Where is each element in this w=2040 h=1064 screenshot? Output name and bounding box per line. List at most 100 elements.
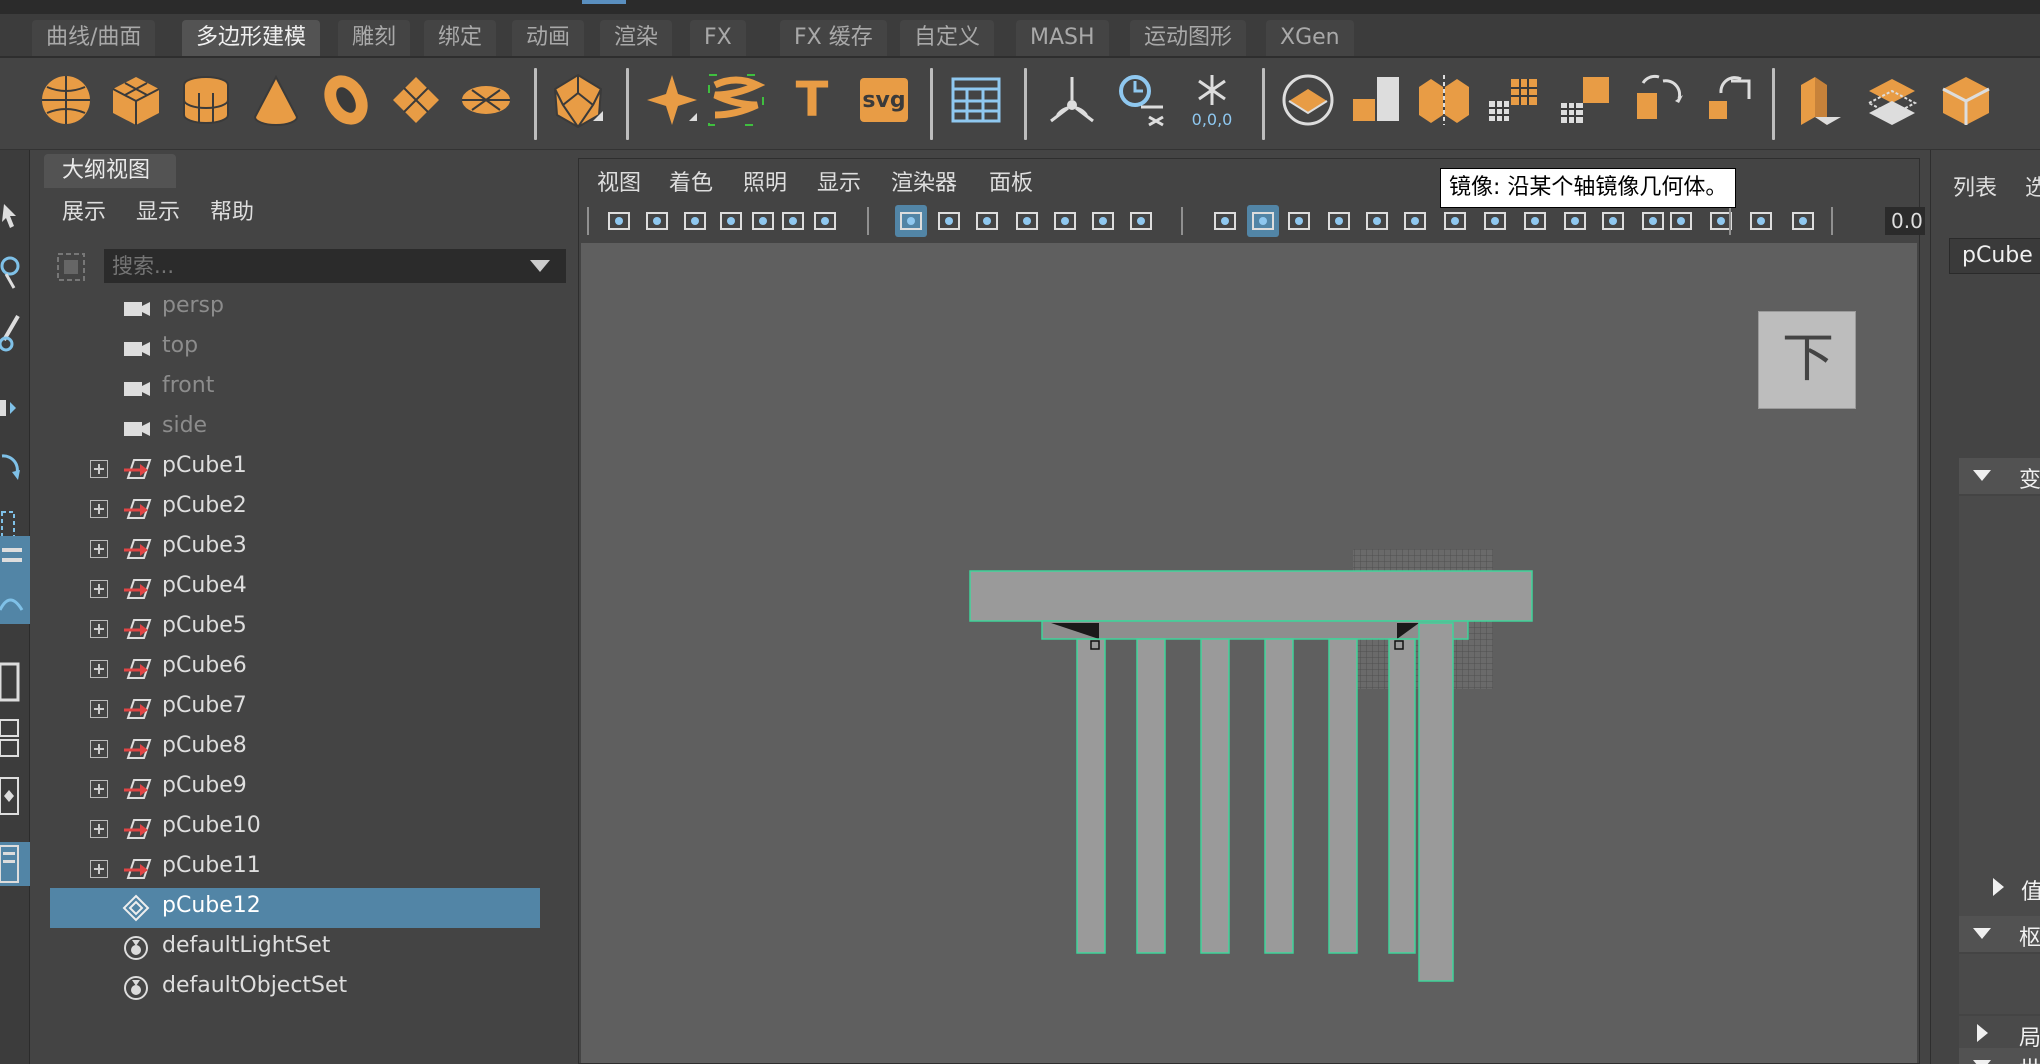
viewport-menu-show[interactable]: 显示 xyxy=(817,165,861,197)
viewport-menu-shading[interactable]: 着色 xyxy=(669,165,713,197)
tabletop-mesh[interactable] xyxy=(969,570,1533,622)
outliner-item-pCube4[interactable]: pCube4 xyxy=(50,568,540,608)
svg-icon[interactable]: svg xyxy=(852,68,916,132)
outliner-item-pCube9[interactable]: pCube9 xyxy=(50,768,540,808)
outliner-item-top[interactable]: top xyxy=(50,328,540,368)
chevron-down-icon[interactable] xyxy=(530,260,550,272)
layout-single-icon[interactable] xyxy=(0,660,30,704)
xray-active-icon[interactable] xyxy=(1705,205,1737,237)
film-gate-icon[interactable] xyxy=(933,205,965,237)
leg-mesh-1[interactable] xyxy=(1076,638,1106,954)
sweep-mesh-icon[interactable] xyxy=(704,68,768,132)
tab-5[interactable]: 渲染 xyxy=(600,20,673,56)
anti-alias-icon[interactable] xyxy=(1559,205,1591,237)
outliner-item-pCube12[interactable]: pCube12 xyxy=(50,888,540,928)
outliner-menu-help[interactable]: 帮助 xyxy=(210,194,254,226)
safe-action-icon[interactable] xyxy=(1087,205,1119,237)
mirror-icon[interactable] xyxy=(1626,68,1690,132)
ambient-occlusion-icon[interactable] xyxy=(1479,205,1511,237)
tab-0[interactable]: 曲线/曲面 xyxy=(32,20,156,56)
wireframe-icon[interactable] xyxy=(1209,205,1241,237)
camera-icon[interactable] xyxy=(603,205,635,237)
platonic-solid-icon[interactable] xyxy=(546,68,610,132)
expand-icon[interactable] xyxy=(90,620,108,638)
paint-select-tool[interactable] xyxy=(0,310,30,354)
expand-icon[interactable] xyxy=(90,460,108,478)
expand-icon[interactable] xyxy=(90,740,108,758)
center-pivot-icon[interactable] xyxy=(1040,68,1104,132)
outliner-item-pCube1[interactable]: pCube1 xyxy=(50,448,540,488)
safe-title-icon[interactable] xyxy=(1125,205,1157,237)
outliner-item-pCube5[interactable]: pCube5 xyxy=(50,608,540,648)
depth-of-field-icon[interactable] xyxy=(1597,205,1629,237)
poly-disc-icon[interactable] xyxy=(454,68,518,132)
outliner-item-pCube2[interactable]: pCube2 xyxy=(50,488,540,528)
poly-torus-icon[interactable] xyxy=(314,68,378,132)
image-plane-icon[interactable] xyxy=(747,205,779,237)
outliner-search-input[interactable] xyxy=(104,249,566,283)
camera-lock-icon[interactable] xyxy=(641,205,673,237)
outliner-tab[interactable]: 大纲视图 xyxy=(44,154,176,188)
outliner-item-persp[interactable]: persp xyxy=(50,288,540,328)
tab-9[interactable]: MASH xyxy=(1016,20,1109,56)
expand-icon[interactable] xyxy=(90,500,108,518)
freeze-transform-icon[interactable]: 0,0,0 xyxy=(1180,68,1244,132)
viewport-menu-renderer[interactable]: 渲染器 xyxy=(891,165,957,197)
leg-mesh-3[interactable] xyxy=(1200,638,1230,954)
section-pivots[interactable]: 枢 xyxy=(1959,916,2040,952)
lasso-tool[interactable] xyxy=(0,250,30,294)
delete-history-icon[interactable] xyxy=(1112,68,1176,132)
exposure-icon[interactable] xyxy=(1787,205,1819,237)
bridge-icon[interactable] xyxy=(1860,68,1924,132)
2d-pan-zoom-icon[interactable] xyxy=(777,205,809,237)
expand-icon[interactable] xyxy=(90,780,108,798)
hud-icon[interactable] xyxy=(1745,205,1777,237)
outliner-menu-show[interactable]: 显示 xyxy=(136,194,180,226)
node-name-field[interactable]: pCube xyxy=(1949,238,2040,274)
filter-icon[interactable] xyxy=(54,250,88,284)
attribute-editor-tab-list[interactable]: 列表 xyxy=(1953,170,1997,202)
leg-mesh-selected[interactable] xyxy=(1418,622,1454,982)
tab-1[interactable]: 多边形建模 xyxy=(182,20,321,56)
leg-mesh-6[interactable] xyxy=(1388,638,1416,954)
leg-mesh-5[interactable] xyxy=(1328,638,1358,954)
outliner-menu-display[interactable]: 展示 xyxy=(62,194,106,226)
layout-split-icon[interactable] xyxy=(0,716,30,760)
super-shape-icon[interactable] xyxy=(640,68,704,132)
section-value[interactable]: 值 xyxy=(1975,870,2040,906)
outliner-item-side[interactable]: side xyxy=(50,408,540,448)
smooth-shade-icon[interactable] xyxy=(1247,205,1279,237)
view-cube[interactable]: 下 xyxy=(1758,311,1856,409)
viewport-menu-view[interactable]: 视图 xyxy=(597,165,641,197)
viewport-menu-lighting[interactable]: 照明 xyxy=(743,165,787,197)
outliner-item-pCube11[interactable]: pCube11 xyxy=(50,848,540,888)
tab-4[interactable]: 动画 xyxy=(512,20,585,56)
type-icon[interactable]: T xyxy=(780,68,844,132)
separate-icon[interactable] xyxy=(1412,68,1476,132)
outliner-layout-icon[interactable] xyxy=(0,842,30,886)
select-tool[interactable] xyxy=(0,196,30,240)
boolean-icon[interactable] xyxy=(1698,68,1762,132)
soft-select-tool[interactable] xyxy=(0,536,30,580)
expand-icon[interactable] xyxy=(90,820,108,838)
wireframe-on-shaded-icon[interactable] xyxy=(1323,205,1355,237)
grease-pencil-icon[interactable] xyxy=(809,205,841,237)
leg-mesh-2[interactable] xyxy=(1136,638,1166,954)
bevel-icon[interactable] xyxy=(1788,68,1852,132)
tab-11[interactable]: XGen xyxy=(1266,20,1354,56)
field-chart-icon[interactable] xyxy=(1049,205,1081,237)
expand-icon[interactable] xyxy=(90,580,108,598)
layout-diamond-icon[interactable] xyxy=(0,774,30,818)
outliner-item-pCube10[interactable]: pCube10 xyxy=(50,808,540,848)
viewport-3d[interactable]: 下 xyxy=(581,243,1917,1063)
tab-10[interactable]: 运动图形 xyxy=(1130,20,1247,56)
outliner-item-pCube6[interactable]: pCube6 xyxy=(50,648,540,688)
outliner-item-front[interactable]: front xyxy=(50,368,540,408)
viewport-readout[interactable]: 0.0 xyxy=(1885,207,1925,235)
default-material-icon[interactable] xyxy=(1283,205,1315,237)
resolution-gate-icon[interactable] xyxy=(971,205,1003,237)
tab-6[interactable]: FX xyxy=(690,20,746,56)
outliner-item-pCube3[interactable]: pCube3 xyxy=(50,528,540,568)
uv-editor-icon[interactable] xyxy=(944,68,1008,132)
combine-icon[interactable] xyxy=(1346,68,1410,132)
